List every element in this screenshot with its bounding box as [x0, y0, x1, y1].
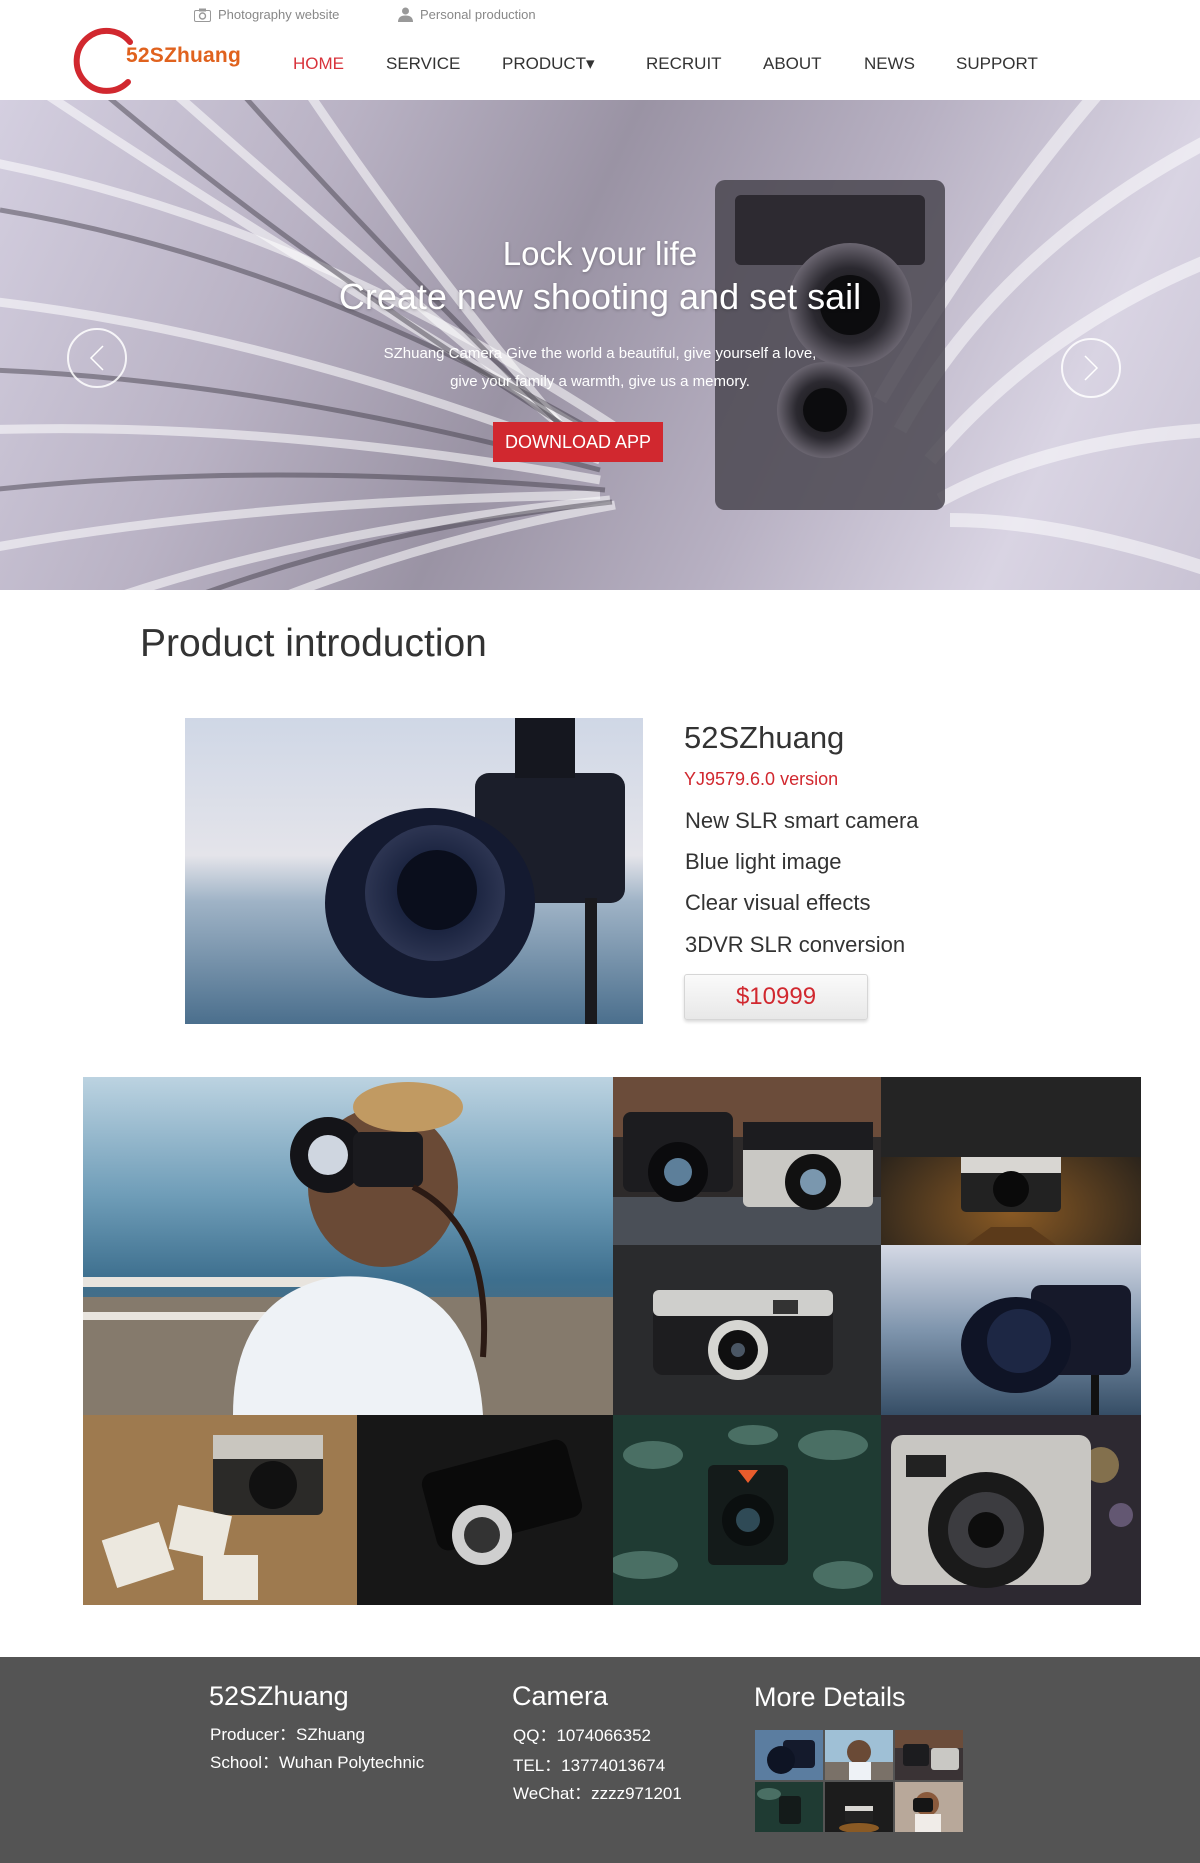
- nav-product[interactable]: PRODUCT▾: [502, 54, 595, 74]
- carousel-next-button[interactable]: [1061, 338, 1121, 398]
- footer-thumb[interactable]: [895, 1782, 963, 1832]
- footer-col3-title: More Details: [754, 1682, 906, 1712]
- gallery-photo-canon-lake[interactable]: [881, 1245, 1141, 1415]
- footer-qq: QQ：1074066352: [513, 1726, 651, 1745]
- product-name: 52SZhuang: [684, 720, 845, 755]
- gallery-photo-leica[interactable]: [357, 1415, 613, 1605]
- hero-title-line1: Lock your life: [502, 235, 698, 272]
- nav-home[interactable]: HOME: [293, 54, 344, 74]
- hero-subtitle-line1: SZhuang Camera Give the world a beautifu…: [383, 345, 817, 362]
- footer-wechat: WeChat：zzzz971201: [513, 1784, 682, 1803]
- price-button[interactable]: $10999: [684, 974, 868, 1020]
- footer-thumb[interactable]: [825, 1730, 893, 1780]
- footer-col1-title: 52SZhuang: [209, 1681, 349, 1711]
- nav-recruit[interactable]: RECRUIT: [646, 54, 722, 74]
- chevron-right-icon: [1084, 355, 1099, 381]
- product-feature: 3DVR SLR conversion: [685, 932, 906, 957]
- carousel-prev-button[interactable]: [67, 328, 127, 388]
- footer-school: School：Wuhan Polytechnic: [210, 1753, 425, 1772]
- product-version: YJ9579.6.0 version: [684, 769, 839, 789]
- logo-text: 52SZhuang: [126, 44, 241, 67]
- product-feature: Clear visual effects: [685, 890, 871, 915]
- camera-icon: [194, 8, 211, 22]
- download-app-button[interactable]: DOWNLOAD APP: [493, 422, 663, 462]
- hero-subtitle: SZhuang Camera Give the world a beautifu…: [350, 340, 850, 396]
- nav-about[interactable]: ABOUT: [763, 54, 822, 74]
- product-section-title: Product introduction: [140, 622, 487, 665]
- gallery-photo-woman-camera[interactable]: [83, 1077, 613, 1415]
- chevron-left-icon: [89, 345, 104, 371]
- footer-thumb[interactable]: [755, 1730, 823, 1780]
- footer-tel: TEL：13774013674: [513, 1756, 666, 1775]
- gallery-photo-map-polaroids[interactable]: [83, 1415, 357, 1605]
- photography-website-link[interactable]: Photography website: [194, 7, 339, 22]
- gallery-photo-nikon-canon[interactable]: [613, 1077, 881, 1245]
- footer-thumb[interactable]: [895, 1730, 963, 1780]
- site-header: 52SZhuang HOME SERVICE PRODUCT▾ RECRUIT …: [0, 27, 1200, 100]
- nav-news[interactable]: NEWS: [864, 54, 915, 74]
- footer-col2-title: Camera: [512, 1681, 609, 1711]
- footer-producer: Producer：SZhuang: [210, 1725, 365, 1744]
- personal-production-link[interactable]: Personal production: [398, 7, 536, 22]
- footer-thumb[interactable]: [825, 1782, 893, 1832]
- hero-subtitle-line2: give your family a warmth, give us a mem…: [450, 373, 750, 390]
- footer-thumb[interactable]: [755, 1782, 823, 1832]
- footer-thumbnails: [755, 1730, 965, 1834]
- nav-service[interactable]: SERVICE: [386, 54, 460, 74]
- personal-production-label: Personal production: [420, 7, 536, 22]
- product-feature: New SLR smart camera: [685, 808, 919, 833]
- site-footer: 52SZhuang Producer：SZhuang School：Wuhan …: [0, 1657, 1200, 1863]
- photo-gallery: [83, 1077, 1141, 1605]
- logo[interactable]: 52SZhuang: [68, 24, 278, 104]
- product-feature: Blue light image: [685, 849, 842, 874]
- gallery-photo-rangefinder[interactable]: [613, 1245, 881, 1415]
- gallery-photo-camera-leaves[interactable]: [613, 1415, 881, 1605]
- user-icon: [398, 7, 413, 22]
- nav-support[interactable]: SUPPORT: [956, 54, 1038, 74]
- photography-website-label: Photography website: [218, 7, 340, 22]
- gallery-photo-vintage-city[interactable]: [881, 1415, 1141, 1605]
- gallery-photo-camera-table[interactable]: [881, 1077, 1141, 1245]
- product-image: [185, 718, 643, 1024]
- hero-title-line2: Create new shooting and set sail: [338, 276, 862, 317]
- hero-banner: Lock your life Create new shooting and s…: [0, 100, 1200, 590]
